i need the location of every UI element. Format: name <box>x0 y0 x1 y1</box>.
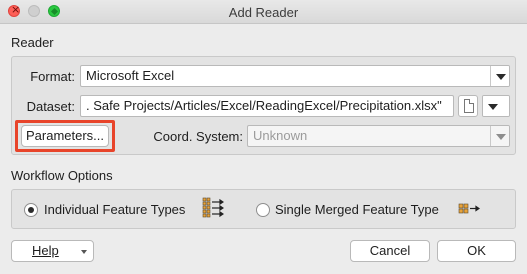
reader-section-label: Reader <box>11 35 54 50</box>
help-button[interactable]: Help <box>11 240 94 262</box>
ok-button[interactable]: OK <box>437 240 516 262</box>
title-bar: Add Reader <box>0 0 527 24</box>
single-merged-feature-type-label[interactable]: Single Merged Feature Type <box>275 202 439 217</box>
format-value: Microsoft Excel <box>86 68 175 83</box>
document-icon <box>464 99 474 113</box>
window-title: Add Reader <box>228 5 299 20</box>
help-button-label: Help <box>32 243 59 258</box>
dataset-label: Dataset: <box>26 99 75 114</box>
chevron-down-icon <box>81 250 87 254</box>
coord-system-value: Unknown <box>253 128 308 143</box>
chevron-down-icon <box>483 96 509 116</box>
dataset-field[interactable]: . Safe Projects/Articles/Excel/ReadingEx… <box>80 95 454 117</box>
dataset-value: . Safe Projects/Articles/Excel/ReadingEx… <box>86 98 442 113</box>
individual-feature-types-label[interactable]: Individual Feature Types <box>44 202 185 217</box>
multi-feature-types-icon <box>202 197 224 218</box>
parameters-button[interactable]: Parameters... <box>21 125 109 147</box>
chevron-down-icon[interactable] <box>490 66 509 86</box>
format-combobox[interactable]: Microsoft Excel <box>80 65 510 87</box>
dataset-options-dropdown[interactable] <box>482 95 510 117</box>
add-reader-dialog: Add Reader Reader Format: Microsoft Exce… <box>0 0 527 274</box>
format-label: Format: <box>30 69 75 84</box>
cancel-button[interactable]: Cancel <box>350 240 430 262</box>
single-merged-feature-type-radio[interactable] <box>256 203 270 217</box>
chevron-down-icon <box>490 126 509 146</box>
individual-feature-types-radio[interactable] <box>24 203 38 217</box>
workflow-section-label: Workflow Options <box>11 168 113 183</box>
browse-dataset-button[interactable] <box>458 95 478 117</box>
coord-system-label: Coord. System: <box>153 129 243 144</box>
coord-system-combobox[interactable]: Unknown <box>247 125 510 147</box>
merged-feature-type-icon <box>458 203 480 214</box>
